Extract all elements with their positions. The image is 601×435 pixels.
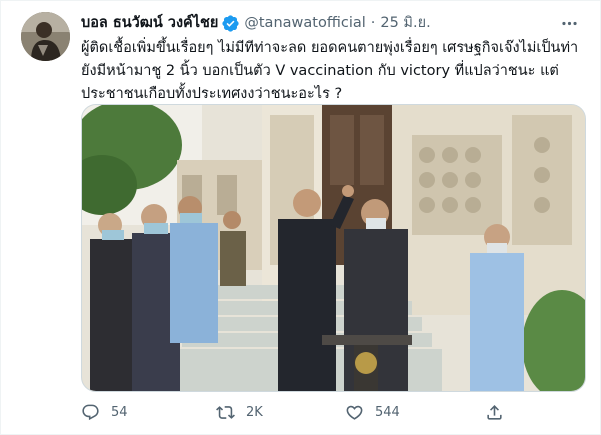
more-horizontal-icon[interactable] [558,12,580,34]
like-button[interactable]: 544 [345,403,400,422]
retweet-count: 2K [246,404,263,420]
reply-icon [82,404,99,420]
retweet-icon [216,405,235,419]
separator-dot: · [370,15,376,31]
tweet-date[interactable]: 25 มิ.ย. [380,13,430,33]
author-display-name[interactable]: บอล ธนวัฒน์ วงค์ไชย [81,13,218,33]
retweet-button[interactable]: 2K [216,403,263,422]
tweet-text-line: ประชาชนเกือบทั้งประเทศงงว่าชนะอะไร ? [81,86,343,102]
share-button[interactable] [485,403,504,422]
reply-count: 54 [111,404,128,420]
profile-photo-icon [21,12,70,61]
tweet-card[interactable]: บอล ธนวัฒน์ วงค์ไชย @tanawatofficial · 2… [0,0,601,435]
tweet-text-line: ผู้ติดเชื้อเพิ่มขึ้นเรื่อยๆ ไม่มีทีท่าจะ… [81,40,579,56]
tweet-text-line: ยังมีหน้ามาชู 2 นิ้ว บอกเป็นตัว V vaccin… [81,63,559,79]
share-icon [487,404,502,420]
press-conference-photo-icon [82,105,585,391]
heart-icon [346,405,363,420]
tweet-actions-bar: 54 2K 544 [81,401,511,423]
verified-badge-icon [221,14,240,33]
tweet-header: บอล ธนวัฒน์ วงค์ไชย @tanawatofficial · 2… [81,12,580,34]
reply-button[interactable]: 54 [81,403,128,422]
tweet-photo[interactable] [81,104,586,392]
author-avatar[interactable] [21,12,70,61]
tweet-text: ผู้ติดเชื้อเพิ่มขึ้นเรื่อยๆ ไม่มีทีท่าจะ… [81,37,586,106]
author-handle[interactable]: @tanawatofficial [244,13,365,33]
like-count: 544 [375,404,400,420]
